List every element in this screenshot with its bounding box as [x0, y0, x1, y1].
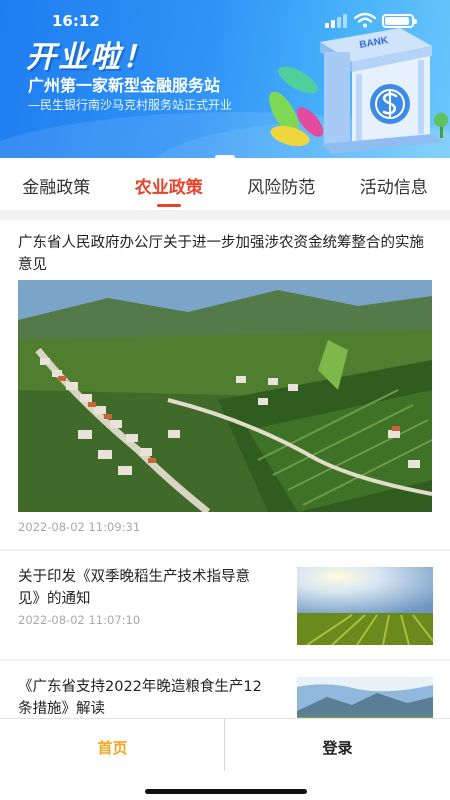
tab-label: 金融政策 [22, 178, 91, 198]
section-divider [0, 210, 450, 220]
tab-label: 风险防范 [247, 178, 316, 198]
nav-home-label: 首页 [97, 739, 128, 757]
category-tabs: 金融政策 农业政策 风险防范 活动信息 [0, 158, 450, 210]
article-item[interactable]: 关于印发《双季晚稻生产技术指导意见》的通知 2022-08-02 11:07:1… [0, 551, 450, 661]
article-item[interactable]: 广东省人民政府办公厅关于进一步加强涉农资金统筹整合的实施意见 2022-08-0… [0, 220, 450, 550]
banner-headline: 开业啦！ [26, 40, 154, 75]
carousel-indicator[interactable] [0, 145, 450, 158]
top-banner[interactable]: 16:12 开业啦！ 广州第一家新型金融服务站 —民生银行南沙马克村服务站正式开… [0, 0, 450, 158]
article-date: 2022-08-02 11:07:10 [18, 613, 141, 627]
article-title: 广东省人民政府办公厅关于进一步加强涉农资金统筹整合的实施意见 [18, 235, 424, 273]
banner-title: 广州第一家新型金融服务站 [28, 76, 221, 95]
article-date: 2022-08-02 11:09:31 [18, 520, 141, 534]
article-title: 关于印发《双季晚稻生产技术指导意见》的通知 [18, 569, 250, 607]
nav-home-button[interactable]: 首页 [0, 719, 225, 773]
nav-login-button[interactable]: 登录 [225, 719, 450, 773]
banner-subtitle: —民生银行南沙马克村服务站正式开业 [28, 98, 233, 112]
bottom-navigation: 首页 登录 [0, 718, 450, 800]
tab-label: 活动信息 [359, 178, 428, 198]
tab-financial-policy[interactable]: 金融政策 [0, 158, 113, 210]
tab-risk-prevention[interactable]: 风险防范 [225, 158, 338, 210]
tab-activity-info[interactable]: 活动信息 [338, 158, 450, 210]
article-image [18, 280, 432, 512]
nav-login-label: 登录 [322, 739, 353, 757]
home-indicator[interactable] [145, 789, 307, 794]
tab-agricultural-policy[interactable]: 农业政策 [113, 158, 226, 210]
status-time: 16:12 [52, 12, 100, 30]
article-title: 《广东省支持2022年晚造粮食生产12条措施》解读 [18, 679, 262, 717]
article-thumbnail [297, 567, 433, 645]
tab-label: 农业政策 [134, 178, 203, 198]
active-tab-indicator [156, 204, 181, 207]
bank-building-illustration: BANK [269, 28, 448, 154]
